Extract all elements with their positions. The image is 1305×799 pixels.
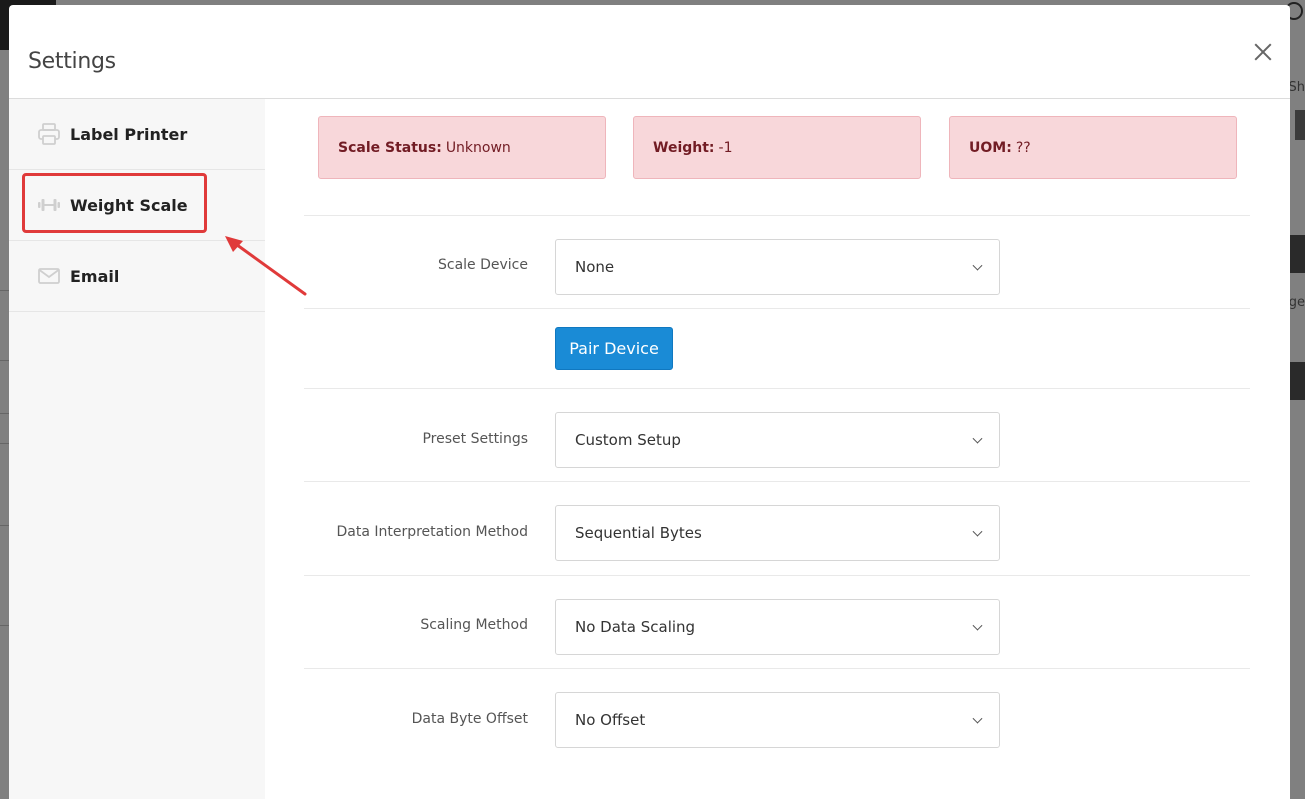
weight-value: -1 bbox=[718, 139, 733, 156]
backdrop-text: Sh bbox=[1288, 80, 1305, 95]
uom-value: ?? bbox=[1015, 139, 1031, 156]
sidebar-item-label: Weight Scale bbox=[70, 195, 188, 215]
data-byte-offset-value: No Offset bbox=[575, 711, 646, 729]
data-interpretation-select[interactable]: Sequential Bytes bbox=[555, 505, 1000, 561]
settings-content: Scale Status: Unknown Weight: -1 UOM: ??… bbox=[265, 99, 1290, 799]
close-icon[interactable] bbox=[1252, 41, 1274, 63]
scale-status-label: Scale Status: bbox=[338, 139, 442, 156]
envelope-icon bbox=[38, 268, 60, 284]
scale-status-value: Unknown bbox=[445, 139, 511, 156]
divider bbox=[304, 481, 1250, 482]
chevron-down-icon bbox=[972, 433, 983, 444]
backdrop-toolbar bbox=[1295, 110, 1305, 140]
backdrop-line bbox=[0, 625, 9, 626]
weight-label: Weight: bbox=[653, 139, 715, 156]
uom-label: UOM: bbox=[969, 139, 1012, 156]
preset-settings-select[interactable]: Custom Setup bbox=[555, 412, 1000, 468]
backdrop-text: ge bbox=[1288, 295, 1305, 310]
backdrop-bar bbox=[1290, 362, 1305, 400]
backdrop-line bbox=[0, 413, 9, 414]
settings-sidebar: Label Printer Weight Scale Email bbox=[9, 99, 265, 799]
scaling-method-label: Scaling Method bbox=[420, 617, 528, 633]
sidebar-item-label: Label Printer bbox=[70, 124, 188, 144]
backdrop-bar bbox=[1290, 235, 1305, 273]
scale-status-card: Scale Status: Unknown bbox=[318, 116, 606, 179]
scale-device-select[interactable]: None bbox=[555, 239, 1000, 295]
divider bbox=[304, 668, 1250, 669]
chevron-down-icon bbox=[972, 526, 983, 537]
divider bbox=[304, 215, 1250, 216]
sidebar-item-label-printer[interactable]: Label Printer bbox=[9, 99, 265, 170]
data-byte-offset-select[interactable]: No Offset bbox=[555, 692, 1000, 748]
chevron-down-icon bbox=[972, 713, 983, 724]
scaling-method-value: No Data Scaling bbox=[575, 618, 696, 636]
modal-header: Settings bbox=[9, 5, 1290, 99]
preset-settings-value: Custom Setup bbox=[575, 431, 681, 449]
backdrop-line bbox=[0, 290, 9, 291]
settings-modal: Settings Label Printer Weight Scale Emai… bbox=[9, 5, 1290, 799]
backdrop-line bbox=[0, 443, 9, 444]
sidebar-item-label: Email bbox=[70, 266, 120, 286]
chevron-down-icon bbox=[972, 620, 983, 631]
backdrop-line bbox=[0, 525, 9, 526]
divider bbox=[304, 388, 1250, 389]
pair-device-button[interactable]: Pair Device bbox=[555, 327, 673, 370]
backdrop-line bbox=[0, 360, 9, 361]
data-interpretation-label: Data Interpretation Method bbox=[336, 524, 528, 540]
uom-card: UOM: ?? bbox=[949, 116, 1237, 179]
weight-card: Weight: -1 bbox=[633, 116, 921, 179]
scale-device-value: None bbox=[575, 258, 615, 276]
scaling-method-select[interactable]: No Data Scaling bbox=[555, 599, 1000, 655]
divider bbox=[304, 575, 1250, 576]
printer-icon bbox=[38, 123, 60, 145]
dumbbell-icon bbox=[38, 199, 60, 211]
chevron-down-icon bbox=[972, 260, 983, 271]
divider bbox=[304, 308, 1250, 309]
data-interpretation-value: Sequential Bytes bbox=[575, 524, 702, 542]
data-byte-offset-label: Data Byte Offset bbox=[411, 711, 528, 727]
preset-settings-label: Preset Settings bbox=[422, 431, 528, 447]
modal-title: Settings bbox=[28, 49, 116, 74]
scale-device-label: Scale Device bbox=[438, 257, 528, 273]
